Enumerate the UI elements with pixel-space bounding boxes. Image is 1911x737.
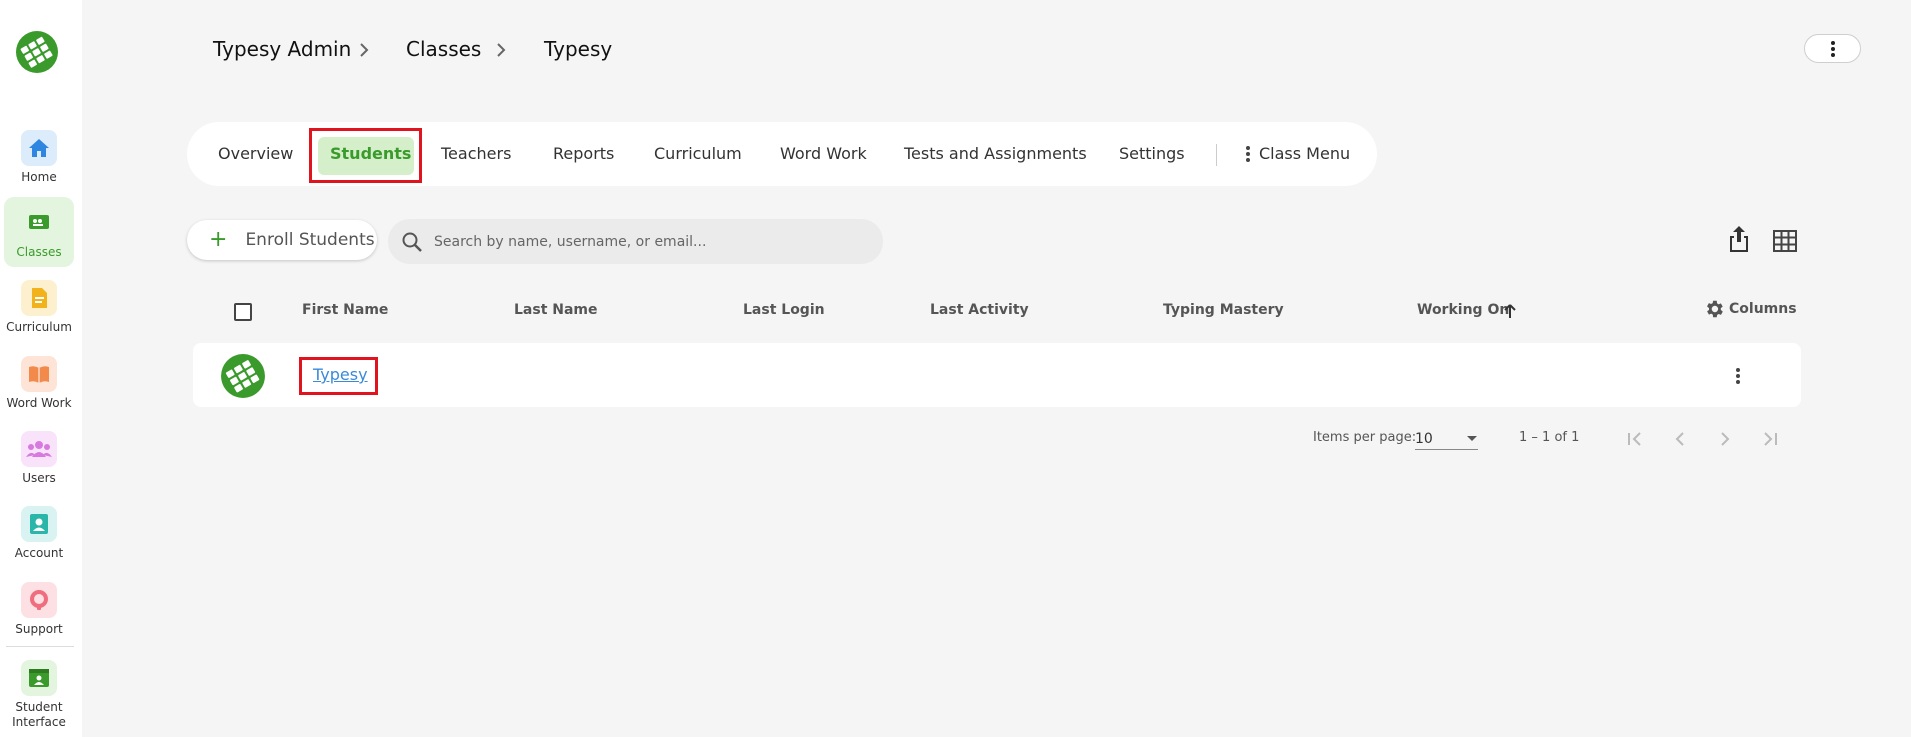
tabs-divider [1216, 144, 1217, 166]
account-icon [21, 506, 57, 542]
sidebar-item-classes[interactable]: Classes [4, 197, 74, 267]
sidebar-item-label: Student [15, 700, 63, 714]
class-menu-button[interactable]: Class Menu [1245, 144, 1350, 163]
book-icon [21, 356, 57, 392]
sidebar-item-users[interactable]: Users [4, 423, 74, 493]
columns-button[interactable]: Columns [1703, 298, 1797, 320]
items-per-page-label: Items per page: [1313, 430, 1417, 445]
sort-ascending-icon[interactable] [1503, 303, 1517, 319]
gear-icon [1707, 300, 1723, 318]
sidebar-item-curriculum[interactable]: Curriculum [4, 272, 74, 342]
search-input[interactable] [434, 233, 864, 250]
tab-tests-and-assignments[interactable]: Tests and Assignments [904, 144, 1087, 163]
student-interface-icon [21, 660, 57, 696]
breadcrumb-item[interactable]: Classes [406, 37, 481, 61]
sidebar-item-label: Home [21, 170, 57, 184]
tab-reports[interactable]: Reports [553, 144, 614, 163]
items-per-page-value: 10 [1415, 430, 1433, 447]
vertical-dots-icon [1830, 40, 1835, 57]
plus-icon: + [209, 227, 228, 252]
tab-teachers[interactable]: Teachers [441, 144, 511, 163]
export-icon[interactable] [1726, 224, 1752, 254]
last-page-button[interactable] [1750, 419, 1790, 459]
caret-down-icon [1467, 435, 1477, 441]
student-first-name-link[interactable]: Typesy [313, 365, 368, 384]
column-header-first-name[interactable]: First Name [302, 302, 388, 318]
columns-label: Columns [1729, 301, 1797, 317]
sidebar-item-label: Users [22, 471, 56, 485]
last-page-icon [1764, 432, 1777, 446]
sidebar-item-home[interactable]: Home [4, 122, 74, 192]
sidebar-item-label: Interface [12, 715, 66, 729]
home-icon [21, 130, 57, 166]
sidebar-divider [6, 646, 74, 647]
search-icon [402, 232, 422, 252]
vertical-dots-icon [1736, 368, 1740, 384]
vertical-dots-icon [1246, 145, 1250, 162]
users-icon [21, 431, 57, 467]
more-options-button[interactable] [1804, 34, 1861, 63]
chevron-right-icon [360, 43, 369, 57]
items-per-page-select[interactable]: 10 [1415, 428, 1478, 450]
student-avatar [221, 354, 265, 398]
previous-page-button[interactable] [1660, 419, 1700, 459]
sidebar-item-label: Classes [16, 245, 62, 259]
typesy-logo-icon[interactable] [15, 30, 59, 74]
class-menu-label: Class Menu [1259, 144, 1351, 163]
row-actions-button[interactable] [1729, 364, 1747, 388]
tab-settings[interactable]: Settings [1119, 144, 1185, 163]
support-icon [21, 582, 57, 618]
tab-overview[interactable]: Overview [218, 144, 293, 163]
grid-view-icon[interactable] [1773, 230, 1797, 252]
sidebar-item-account[interactable]: Account [4, 498, 74, 568]
enroll-students-button[interactable]: + Enroll Students [187, 220, 377, 260]
first-page-icon [1628, 432, 1641, 446]
column-header-working-on[interactable]: Working On [1417, 302, 1509, 318]
next-page-button[interactable] [1705, 419, 1745, 459]
first-page-button[interactable] [1615, 419, 1655, 459]
column-header-last-activity[interactable]: Last Activity [930, 302, 1029, 318]
pagination-range: 1 – 1 of 1 [1519, 430, 1580, 445]
tab-students-focus-box [309, 128, 422, 183]
sidebar-item-label: Curriculum [6, 320, 72, 334]
breadcrumb-item: Typesy [544, 37, 613, 61]
sidebar-item-label: Account [14, 546, 64, 560]
chevron-right-icon [1721, 432, 1730, 446]
tab-curriculum[interactable]: Curriculum [654, 144, 742, 163]
table-row [193, 343, 1801, 407]
select-all-checkbox[interactable] [234, 303, 252, 321]
column-header-last-name[interactable]: Last Name [514, 302, 598, 318]
tab-word-work[interactable]: Word Work [780, 144, 867, 163]
chevron-right-icon [497, 43, 506, 57]
curriculum-icon [21, 280, 57, 316]
search-bar [388, 219, 883, 264]
sidebar-item-label: Word Work [6, 396, 72, 410]
sidebar-item-label: Support [15, 622, 63, 636]
sidebar-item-support[interactable]: Support [4, 574, 74, 644]
column-header-typing-mastery[interactable]: Typing Mastery [1163, 302, 1284, 318]
column-header-last-login[interactable]: Last Login [743, 302, 825, 318]
enroll-students-label: Enroll Students [245, 230, 375, 250]
classes-icon [21, 205, 57, 241]
sidebar: Home Classes Curriculum Word Work Users … [0, 0, 82, 737]
sidebar-item-student-interface[interactable]: Student Interface [4, 652, 74, 734]
breadcrumb-item[interactable]: Typesy Admin [213, 37, 351, 61]
chevron-left-icon [1675, 432, 1684, 446]
sidebar-item-word-work[interactable]: Word Work [4, 348, 74, 418]
